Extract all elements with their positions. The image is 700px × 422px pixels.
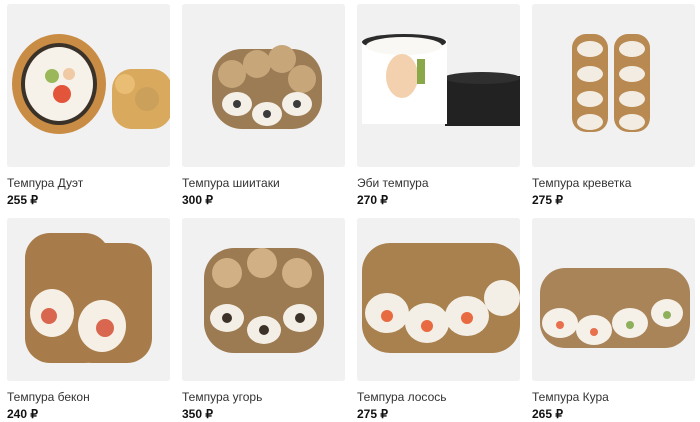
product-image[interactable] (532, 4, 695, 167)
product-price: 300 ₽ (182, 193, 213, 207)
product-card[interactable]: Темпура угорь 350 ₽ (182, 218, 345, 422)
product-image[interactable] (7, 4, 170, 167)
product-grid: Темпура Дуэт 255 ₽ Темпура шиитаки 300 ₽ (0, 0, 700, 422)
product-name[interactable]: Темпура креветка (532, 176, 695, 190)
product-image[interactable] (357, 4, 520, 167)
product-price: 275 ₽ (532, 193, 563, 207)
product-card[interactable]: Темпура бекон 240 ₽ (7, 218, 170, 422)
product-card[interactable]: Темпура Дуэт 255 ₽ (7, 4, 170, 218)
product-price: 275 ₽ (357, 407, 388, 421)
product-image[interactable] (7, 218, 170, 381)
product-card[interactable]: Темпура шиитаки 300 ₽ (182, 4, 345, 218)
product-image[interactable] (532, 218, 695, 381)
product-card[interactable]: Эби темпура 270 ₽ (357, 4, 520, 218)
product-price: 240 ₽ (7, 407, 38, 421)
product-image[interactable] (357, 218, 520, 381)
product-price: 270 ₽ (357, 193, 388, 207)
product-image[interactable] (182, 4, 345, 167)
product-price: 265 ₽ (532, 407, 563, 421)
product-image[interactable] (182, 218, 345, 381)
product-name[interactable]: Темпура Дуэт (7, 176, 170, 190)
product-name[interactable]: Эби темпура (357, 176, 520, 190)
product-price: 255 ₽ (7, 193, 38, 207)
product-name[interactable]: Темпура шиитаки (182, 176, 345, 190)
product-name[interactable]: Темпура лосось (357, 390, 520, 404)
product-name[interactable]: Темпура угорь (182, 390, 345, 404)
product-card[interactable]: Темпура лосось 275 ₽ (357, 218, 520, 422)
product-card[interactable]: Темпура креветка 275 ₽ (532, 4, 695, 218)
product-price: 350 ₽ (182, 407, 213, 421)
product-card[interactable]: Темпура Кура 265 ₽ (532, 218, 695, 422)
product-name[interactable]: Темпура Кура (532, 390, 695, 404)
product-name[interactable]: Темпура бекон (7, 390, 170, 404)
